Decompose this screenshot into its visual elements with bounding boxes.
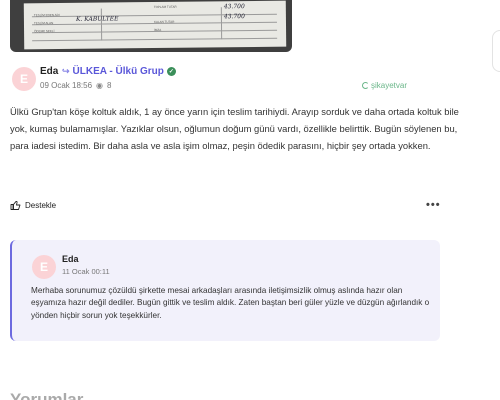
more-options-button[interactable]: ••• (426, 199, 441, 211)
support-label: Destekle (25, 200, 57, 210)
brand-name: ÜLKEA - Ülkü Grup (72, 66, 164, 77)
support-button[interactable]: Destekle (10, 200, 56, 210)
receipt-label: KALAN TUTAR (153, 19, 175, 25)
view-count: 8 (107, 81, 112, 90)
receipt-label: TESLİM ALAN (33, 21, 54, 26)
side-panel-card[interactable] (492, 30, 500, 72)
reply-author-name[interactable]: Eda (62, 254, 79, 264)
reply-text: Merhaba sorunumuz çözüldü şirkette mesai… (31, 286, 430, 320)
complaint-text: Ülkü Grup'tan köşe koltuk aldık, 1 ay ön… (10, 106, 459, 152)
author-name[interactable]: Eda (40, 66, 58, 77)
reply-avatar[interactable]: E (32, 255, 56, 279)
avatar[interactable]: E (12, 67, 36, 91)
logo-mark-icon (362, 82, 369, 89)
receipt-label: İMZA (154, 27, 162, 33)
post-meta: 09 Ocak 18:56 ◉ 8 (40, 81, 111, 90)
thumbs-up-icon (10, 200, 21, 210)
receipt-row (32, 30, 278, 42)
reply-card: E Eda 11 Ocak 00:11 Merhaba sorunumuz çö… (10, 240, 440, 341)
comments-heading: Yorumlar (10, 390, 84, 400)
complaint-attachment-image[interactable]: TESLİM EDEN ADI TESLİM ALAN ÖDEME ŞEKLİ … (10, 0, 292, 52)
sikayetvar-logo[interactable]: şikayetvar (362, 81, 407, 90)
eye-icon: ◉ (96, 81, 104, 90)
receipt-label: ÖDEME ŞEKLİ (34, 29, 55, 34)
link-icon: ↪ (62, 66, 70, 76)
receipt-label: TOPLAM TUTAR (153, 4, 177, 10)
verified-badge-icon: ✓ (166, 67, 176, 76)
post-date: 09 Ocak 18:56 (40, 81, 93, 90)
receipt-label: TESLİM EDEN ADI (33, 12, 60, 18)
receipt-handwriting: 43.700 (223, 13, 245, 21)
receipt-paper: TESLİM EDEN ADI TESLİM ALAN ÖDEME ŞEKLİ … (23, 0, 287, 50)
reply-timestamp: 11 Ocak 00:11 (62, 267, 110, 276)
receipt-handwriting: 43.700 (223, 3, 245, 11)
receipt-handwriting: K. KABULTEE (75, 15, 119, 23)
brand-link[interactable]: ↪ ÜLKEA - Ülkü Grup ✓ (62, 66, 176, 77)
logo-text: şikayetvar (371, 81, 408, 90)
